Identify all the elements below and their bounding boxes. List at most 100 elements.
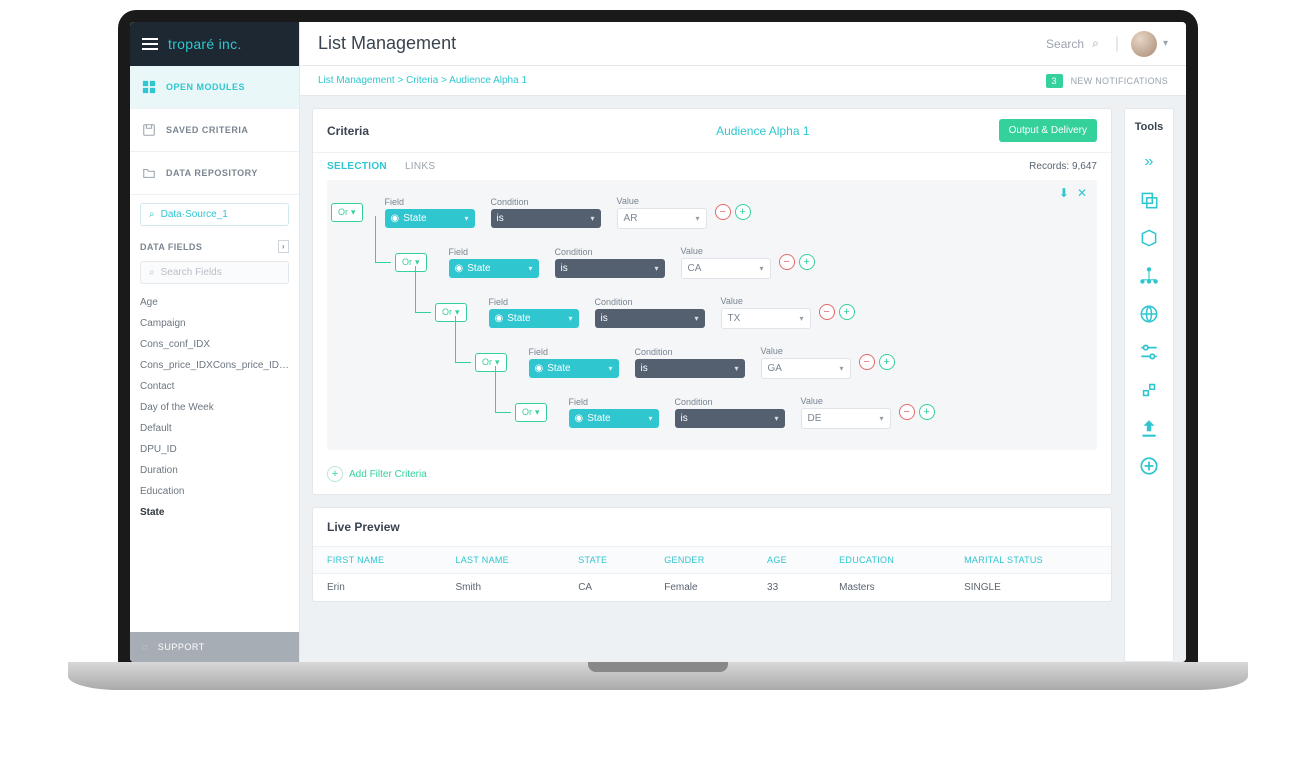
column-header[interactable]: AGE [753,547,825,574]
expand-icon[interactable]: › [278,240,289,253]
nav-label: SAVED CRITERIA [166,125,248,135]
folder-icon [142,166,156,180]
search-placeholder: Search Fields [161,267,222,278]
remove-rule-button[interactable]: − [819,304,835,320]
add-rule-button[interactable]: + [879,354,895,370]
notification-badge[interactable]: 3 [1046,74,1063,88]
rule-row: Or ▾ Field ◉State▾ Condition is▾ Value G… [331,340,1087,384]
field-item[interactable]: Cons_price_IDXCons_price_IDX… [140,355,289,376]
hierarchy-icon[interactable] [1138,265,1160,287]
field-item[interactable]: Education [140,481,289,502]
add-rule-button[interactable]: + [735,204,751,220]
value-select[interactable]: GA▾ [761,358,851,379]
or-operator[interactable]: Or ▾ [331,203,363,222]
column-header[interactable]: LAST NAME [441,547,564,574]
field-select[interactable]: ◉State▾ [529,359,619,378]
value-select[interactable]: TX▾ [721,308,811,329]
condition-select[interactable]: is▾ [675,409,785,428]
main: List Management Search ⌕ | ▾ List Manage… [300,22,1186,662]
search-fields-input[interactable]: ⌕ Search Fields [140,261,289,284]
value-select[interactable]: CA▾ [681,258,771,279]
field-column-label: Field [449,247,539,257]
column-header[interactable]: FIRST NAME [313,547,441,574]
search-icon: ⌕ [149,209,155,220]
remove-rule-button[interactable]: − [859,354,875,370]
or-operator[interactable]: Or ▾ [475,353,507,372]
topbar: List Management Search ⌕ | ▾ [300,22,1186,66]
add-icon[interactable] [1138,455,1160,477]
download-icon[interactable]: ⬇ [1059,186,1069,200]
add-filter-label: Add Filter Criteria [349,469,427,480]
audience-name[interactable]: Audience Alpha 1 [527,124,999,138]
cell: Erin [313,574,441,602]
datasource-select[interactable]: ⌕ Data·Source_1 [140,203,289,226]
globe-icon[interactable] [1138,303,1160,325]
save-icon [142,123,156,137]
breadcrumb[interactable]: List Management > Criteria > Audience Al… [318,75,1046,86]
add-rule-button[interactable]: + [839,304,855,320]
expand-icon[interactable]: » [1138,151,1160,173]
add-filter-button[interactable]: + Add Filter Criteria [313,460,1111,494]
field-item[interactable]: Campaign [140,313,289,334]
output-delivery-button[interactable]: Output & Delivery [999,119,1097,142]
field-select[interactable]: ◉State▾ [385,209,475,228]
target-icon[interactable] [1138,379,1160,401]
column-header[interactable]: MARITAL STATUS [950,547,1111,574]
column-header[interactable]: EDUCATION [825,547,950,574]
datasource-name: Data·Source_1 [161,209,228,220]
rule-row: Or ▾ Field ◉State▾ Condition is▾ Value A… [331,190,1087,234]
close-icon[interactable]: ✕ [1077,186,1087,200]
or-operator[interactable]: Or ▾ [435,303,467,322]
or-operator[interactable]: Or ▾ [515,403,547,422]
column-header[interactable]: STATE [564,547,650,574]
menu-icon[interactable] [142,38,158,50]
field-item[interactable]: Duration [140,460,289,481]
nav-data-repository[interactable]: DATA REPOSITORY [130,152,299,195]
value-column-label: Value [801,396,891,406]
remove-rule-button[interactable]: − [715,204,731,220]
condition-select[interactable]: is▾ [555,259,665,278]
value-column-label: Value [721,296,811,306]
column-header[interactable]: GENDER [650,547,753,574]
field-item[interactable]: Day of the Week [140,397,289,418]
field-item[interactable]: Cons_conf_IDX [140,334,289,355]
sliders-icon[interactable] [1138,341,1160,363]
add-rule-button[interactable]: + [919,404,935,420]
tab-links[interactable]: LINKS [405,161,435,172]
condition-select[interactable]: is▾ [595,309,705,328]
value-select[interactable]: AR▾ [617,208,707,229]
upload-icon[interactable] [1138,417,1160,439]
table-row[interactable]: ErinSmithCAFemale33MastersSINGLE [313,574,1111,602]
chevron-down-icon[interactable]: ▾ [1163,38,1168,49]
global-search[interactable]: Search ⌕ [1046,36,1099,51]
nav-support[interactable]: ◌ SUPPORT [130,632,299,662]
criteria-card: Criteria Audience Alpha 1 Output & Deliv… [312,108,1112,495]
field-select[interactable]: ◉State▾ [449,259,539,278]
nav-open-modules[interactable]: OPEN MODULES [130,66,299,109]
nav-label: DATA REPOSITORY [166,168,258,178]
cell: Masters [825,574,950,602]
rule-row: Or ▾ Field ◉State▾ Condition is▾ Value D… [331,390,1087,434]
field-item[interactable]: Default [140,418,289,439]
field-select[interactable]: ◉State▾ [489,309,579,328]
add-rule-button[interactable]: + [799,254,815,270]
preview-title: Live Preview [313,508,1111,546]
notification-label[interactable]: NEW NOTIFICATIONS [1071,76,1168,86]
value-select[interactable]: DE▾ [801,408,891,429]
field-item[interactable]: State [140,502,289,523]
remove-rule-button[interactable]: − [779,254,795,270]
duplicate-icon[interactable] [1138,189,1160,211]
or-operator[interactable]: Or ▾ [395,253,427,272]
tab-selection[interactable]: SELECTION [327,161,387,172]
shape-icon[interactable] [1138,227,1160,249]
field-select[interactable]: ◉State▾ [569,409,659,428]
field-item[interactable]: Age [140,292,289,313]
remove-rule-button[interactable]: − [899,404,915,420]
field-item[interactable]: Contact [140,376,289,397]
avatar[interactable] [1131,31,1157,57]
data-fields-header: DATA FIELDS › [140,240,289,253]
condition-select[interactable]: is▾ [635,359,745,378]
field-item[interactable]: DPU_ID [140,439,289,460]
nav-saved-criteria[interactable]: SAVED CRITERIA [130,109,299,152]
condition-select[interactable]: is▾ [491,209,601,228]
